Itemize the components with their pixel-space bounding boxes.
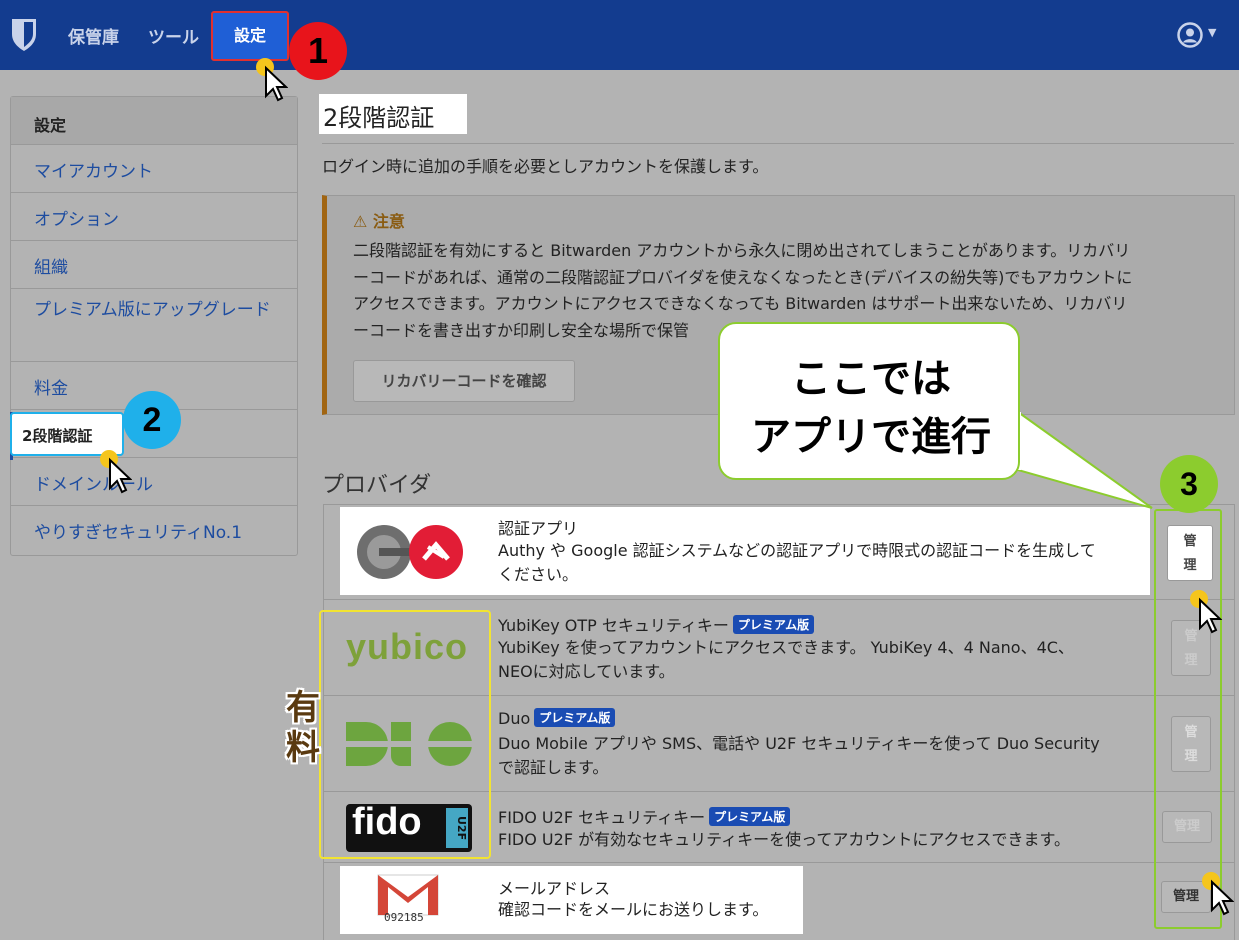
- nav-settings[interactable]: 設定: [211, 11, 289, 61]
- callout-tail: [1010, 410, 1153, 509]
- provider-row-email: 092185 メールアドレス 確認コードをメールにお送りします。 管理: [324, 863, 1234, 940]
- paid-label: 有 料: [286, 688, 320, 768]
- provider-name: メールアドレス: [498, 879, 611, 898]
- sidebar-heading: 設定: [11, 97, 297, 145]
- bitwarden-shield-icon[interactable]: [10, 18, 38, 52]
- step-badge-3: 3: [1160, 455, 1218, 513]
- email-code-sample: 092185: [384, 911, 424, 924]
- providers-heading: プロバイダ: [322, 473, 432, 498]
- click-cursor-icon: [256, 58, 288, 102]
- view-recovery-code-button[interactable]: リカバリーコードを確認: [353, 360, 575, 402]
- provider-description: 確認コードをメールにお送りします。: [498, 900, 769, 919]
- provider-name: FIDO U2F セキュリティキー プレミアム版: [498, 804, 791, 828]
- sidebar-item-custom-security[interactable]: やりすぎセキュリティNo.1: [11, 506, 297, 554]
- premium-badge: プレミアム版: [534, 708, 616, 727]
- page-intro: ログイン時に追加の手順を必要としアカウントを保護します。: [322, 157, 769, 176]
- callout-bubble: ここでは アプリで進行: [718, 322, 1020, 480]
- sidebar-item-options[interactable]: オプション: [11, 193, 297, 241]
- sidebar-item-my-account[interactable]: マイアカウント: [11, 145, 297, 193]
- click-cursor-icon: [1202, 872, 1234, 916]
- divider: [322, 143, 1234, 144]
- manage-column-highlight: [1154, 509, 1222, 929]
- premium-badge: プレミアム版: [732, 615, 815, 634]
- paid-providers-highlight: [319, 610, 491, 859]
- premium-badge: プレミアム版: [709, 807, 791, 826]
- provider-description: Duo Mobile アプリや SMS、電話や U2F セキュリティキーを使って…: [498, 734, 1100, 777]
- warning-title: ⚠ 注意: [353, 212, 405, 231]
- sidebar-item-organizations[interactable]: 組織: [11, 241, 297, 289]
- click-cursor-icon: [100, 450, 132, 494]
- sidebar-item-domain-rules[interactable]: ドメインルール: [11, 458, 297, 506]
- callout-line-2: アプリで進行: [751, 414, 991, 460]
- provider-name: YubiKey OTP セキュリティキー プレミアム版: [498, 612, 815, 636]
- provider-name: 認証アプリ: [498, 519, 579, 538]
- provider-description: YubiKey を使ってアカウントにアクセスできます。 YubiKey 4、4 …: [498, 638, 1074, 681]
- nav-vault[interactable]: 保管庫: [68, 23, 119, 48]
- top-navbar: 保管庫 ツール 設定 ▼: [0, 0, 1239, 70]
- step-badge-1: 1: [289, 22, 347, 80]
- authenticator-app-logo: [357, 525, 463, 579]
- nav-tools[interactable]: ツール: [148, 23, 199, 48]
- provider-row-authenticator: 認証アプリ Authy や Google 認証システムなどの認証アプリで時限式の…: [324, 505, 1234, 600]
- provider-description: Authy や Google 認証システムなどの認証アプリで時限式の認証コードを…: [498, 541, 1096, 584]
- warning-icon: ⚠: [353, 212, 368, 231]
- step-badge-2: 2: [123, 391, 181, 449]
- sidebar-item-premium-upgrade[interactable]: プレミアム版にアップグレード: [11, 289, 297, 362]
- provider-name: Duo プレミアム版: [498, 708, 616, 728]
- user-account-icon[interactable]: [1177, 22, 1203, 48]
- click-cursor-icon: [1190, 590, 1222, 634]
- provider-description: FIDO U2F が有効なセキュリティキーを使ってアカウントにアクセスできます。: [498, 830, 1070, 849]
- settings-sidebar: 設定 マイアカウント オプション 組織 プレミアム版にアップグレード 料金 ドメ…: [10, 96, 298, 556]
- chevron-down-icon[interactable]: ▼: [1208, 26, 1216, 39]
- callout-line-1: ここでは: [791, 356, 951, 402]
- page-title: 2段階認証: [319, 94, 467, 134]
